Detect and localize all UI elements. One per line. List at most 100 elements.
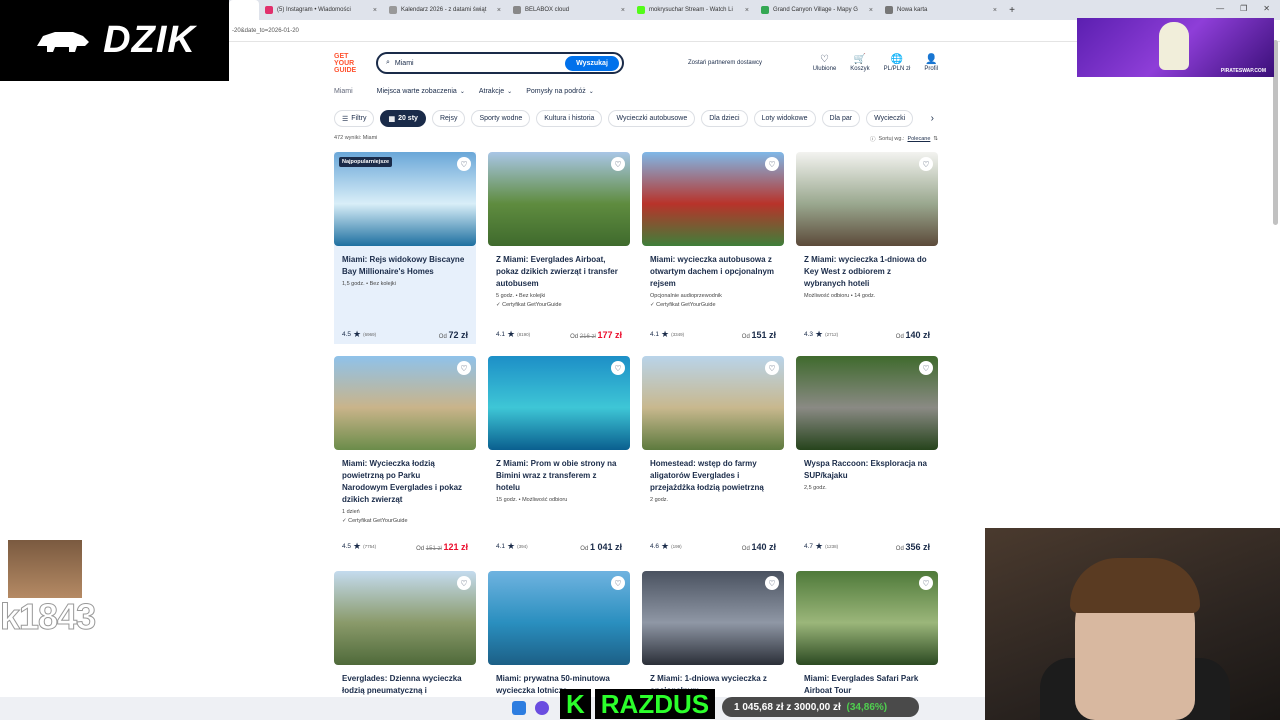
activity-title[interactable]: Miami: Rejs widokowy Biscayne Bay Millio… [342,254,468,278]
card-footer: 4.3 ★ (2712) Od 140 zł [804,329,930,340]
activity-image[interactable]: ♡ [488,571,630,665]
activity-title[interactable]: Z Miami: Prom w obie strony na Bimini wr… [496,458,622,494]
browser-tab[interactable]: Grand Canyon Village - Mapy G × [755,0,879,20]
tab-close-icon[interactable]: × [373,7,377,14]
activity-image[interactable]: ♡ [334,356,476,450]
wishlist-heart-icon[interactable]: ♡ [457,361,471,375]
become-partner-link[interactable]: Zostań partnerem dostawcy [688,60,762,66]
activity-info: 1 dzień [342,509,360,515]
activity-title[interactable]: Everglades: Dzienna wycieczka łodzią pne… [342,673,468,697]
wishlist-heart-icon[interactable]: ♡ [765,576,779,590]
tab-close-icon[interactable]: × [497,7,501,14]
activity-image[interactable]: ♡ Najpopularniejsze [334,152,476,246]
activity-card[interactable]: ♡ Wyspa Raccoon: Eksploracja na SUP/kajak… [796,356,938,556]
activity-image[interactable]: ♡ [642,356,784,450]
activity-card[interactable]: ♡ Miami: Everglades Safari Park Airboat T… [796,571,938,701]
category-chip[interactable]: Rejsy [431,110,466,127]
browser-tab[interactable]: mokrysuchar Stream - Watch Li × [631,0,755,20]
activity-title[interactable]: Wyspa Raccoon: Eksploracja na SUP/kajaku [804,458,930,482]
wishlist-heart-icon[interactable]: ♡ [611,361,625,375]
globe-button[interactable]: 🌐 PL/PLN zł [884,54,911,72]
sort-control[interactable]: ⓘ Sortuj wg.: Polecane ⇅ [870,135,938,143]
activity-image[interactable]: ♡ [796,571,938,665]
balance-amount: 1 045,68 zł [734,701,784,713]
activity-card[interactable]: ♡ Z Miami: Prom w obie strony na Bimini w… [488,356,630,556]
browser-tab[interactable] [229,0,259,20]
browser-tab[interactable]: Nowa karta × [879,0,1003,20]
wishlist-heart-icon[interactable]: ♡ [919,157,933,171]
activity-card[interactable]: ♡ Najpopularniejsze Miami: Rejs widokowy B… [334,152,476,344]
wishlist-heart-icon[interactable]: ♡ [611,576,625,590]
activity-card[interactable]: ♡ Everglades: Dzienna wycieczka łodzią pn… [334,571,476,701]
activity-card[interactable]: ♡ Homestead: wstęp do farmy aligatorów Ev… [642,356,784,556]
activity-image[interactable]: ♡ [334,571,476,665]
search-input[interactable]: Miami [395,60,565,67]
category-chip[interactable]: Wycieczki [866,110,914,127]
windows-start-icon[interactable] [512,701,526,715]
cart-button[interactable]: 🛒 Koszyk [850,54,869,72]
filters-button[interactable]: ☰ Filtry [334,110,375,127]
rating-value: 4.6 [650,543,660,550]
browser-tab[interactable]: (5) Instagram • Wiadomości × [259,0,383,20]
username-overlay: k1843 [0,596,97,638]
activity-card[interactable]: ♡ Z Miami: Everglades Airboat, pokaz dzik… [488,152,630,344]
nav-city-link[interactable]: Miami [334,88,353,95]
activity-card[interactable]: ♡Z Miami: 1-dniowa wycieczka z opcjonaln… [642,571,784,701]
certificate-label: Certyfikat GetYourGuide [502,302,562,308]
wishlist-heart-icon[interactable]: ♡ [611,157,625,171]
close-icon[interactable]: ✕ [1263,4,1270,13]
tab-label: (5) Instagram • Wiadomości [277,7,351,13]
new-tab-button[interactable]: + [1003,5,1021,16]
tab-close-icon[interactable]: × [993,7,997,14]
activity-title[interactable]: Miami: wycieczka autobusowa z otwartym d… [650,254,776,290]
wishlist-heart-icon[interactable]: ♡ [765,361,779,375]
wishlist-heart-icon[interactable]: ♡ [765,157,779,171]
activity-image[interactable]: ♡ [488,152,630,246]
category-chip[interactable]: Kultura i historia [536,110,603,127]
tab-close-icon[interactable]: × [869,7,873,14]
activity-card[interactable]: ♡ Miami: wycieczka autobusowa z otwartym … [642,152,784,344]
wishlist-heart-icon[interactable]: ♡ [457,576,471,590]
filter-chips: ☰ Filtry ▦ 20 sty Rejsy Sporty wodne Kultura… [334,110,934,127]
date-chip[interactable]: ▦ 20 sty [380,110,426,127]
wishlist-heart-icon[interactable]: ♡ [457,157,471,171]
activity-image[interactable]: ♡ [796,356,938,450]
chevron-down-icon: ⌄ [459,89,465,95]
category-chip[interactable]: Dla par [821,110,861,127]
restore-icon[interactable]: ❐ [1240,4,1247,13]
category-chip[interactable]: Wycieczki autobusowe [608,110,696,127]
activity-title[interactable]: Z Miami: Everglades Airboat, pokaz dziki… [496,254,622,290]
nav-dropdown[interactable]: Miejsca warte zobaczenia ⌄ [377,88,465,95]
category-chip[interactable]: Sporty wodne [471,110,531,127]
category-chip[interactable]: Dla dzieci [701,110,748,127]
activity-card[interactable]: ♡ Miami: prywatna 50-minutowa wycieczka l… [488,571,630,701]
wishlist-heart-icon[interactable]: ♡ [919,361,933,375]
activity-image[interactable]: ♡ [642,152,784,246]
activity-image[interactable]: ♡ [796,152,938,246]
activity-image[interactable]: ♡ [488,356,630,450]
activity-title[interactable]: Z Miami: wycieczka 1-dniowa do Key West … [804,254,930,290]
activity-image[interactable]: ♡ [642,571,784,665]
browser-tab[interactable]: BELABOX cloud × [507,0,631,20]
tab-close-icon[interactable]: × [745,7,749,14]
minimize-icon[interactable]: — [1216,4,1224,13]
wishlist-heart-icon[interactable]: ♡ [919,576,933,590]
search-button[interactable]: Wyszukaj [565,55,619,71]
activity-title[interactable]: Homestead: wstęp do farmy aligatorów Eve… [650,458,776,494]
activity-card[interactable]: ♡ Miami: Wycieczka łodzią powietrzną po P… [334,356,476,556]
nav-dropdown[interactable]: Pomysły na podróż ⌄ [526,88,594,95]
browser-tab[interactable]: Kalendarz 2026 - z datami świąt × [383,0,507,20]
activity-info: 2,5 godz. [804,485,827,491]
getyourguide-logo[interactable]: GET YOUR GUIDE [334,53,364,74]
activity-title[interactable]: Miami: Wycieczka łodzią powietrzną po Pa… [342,458,468,506]
category-chip[interactable]: Loty widokowe [753,110,816,127]
activity-card[interactable]: ♡ Z Miami: wycieczka 1-dniowa do Key West… [796,152,938,344]
chevron-right-icon[interactable]: › [931,113,934,124]
nav-dropdown[interactable]: Atrakcje ⌄ [479,88,512,95]
app-icon[interactable] [535,701,549,715]
heart-button[interactable]: ♡ Ulubione [813,54,837,72]
tab-close-icon[interactable]: × [621,7,625,14]
rating-value: 4.1 [496,543,506,550]
profile-button[interactable]: 👤 Profil [924,54,938,72]
activity-title[interactable]: Miami: Everglades Safari Park Airboat To… [804,673,930,697]
